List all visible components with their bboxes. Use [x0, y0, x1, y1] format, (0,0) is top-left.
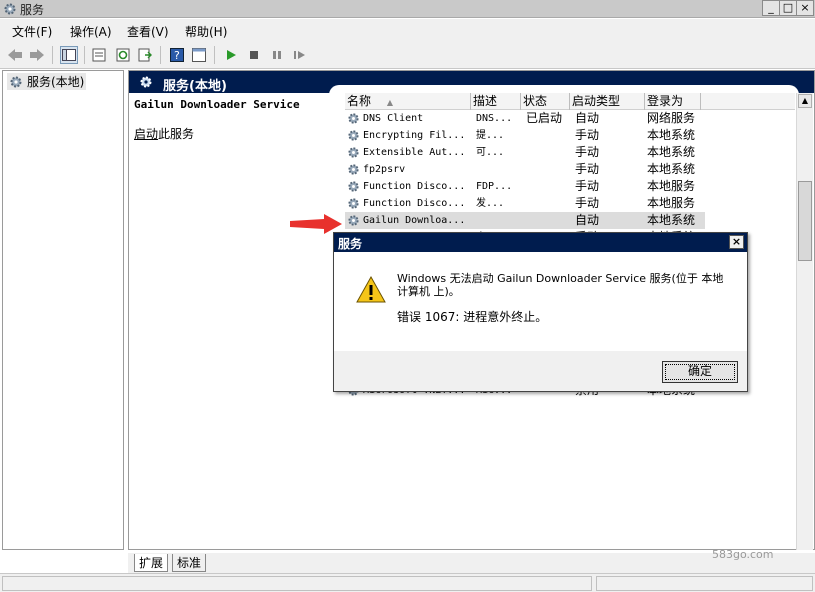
gear-icon	[348, 147, 359, 158]
refresh-icon[interactable]	[114, 46, 132, 64]
cell-description: 可...	[476, 147, 505, 158]
minimize-button[interactable]: _	[762, 0, 780, 16]
menu-view[interactable]: 查看(V)	[127, 23, 169, 40]
error-dialog: 服务 × Windows 无法启动 Gailun Downloader Serv…	[333, 232, 748, 392]
gear-icon	[348, 215, 359, 226]
services-gear-icon	[4, 3, 16, 15]
window-title: 服务	[20, 3, 45, 17]
column-headers: 名称 ▲ 描述 状态 启动类型 登录为	[345, 93, 795, 110]
cell-name: DNS Client	[363, 113, 424, 124]
cell-startup-type: 自动	[575, 111, 600, 125]
export-list-icon[interactable]	[136, 46, 154, 64]
menu-file[interactable]: 文件(F)	[12, 23, 52, 40]
cell-logon-as: 本地服务	[647, 196, 696, 210]
gear-icon	[348, 130, 359, 141]
gear-icon	[348, 113, 359, 124]
column-description[interactable]: 描述	[471, 93, 521, 110]
pause-service-icon[interactable]	[268, 46, 286, 64]
menu-help[interactable]: 帮助(H)	[185, 23, 227, 40]
table-row[interactable]: Extensible Aut... 可... 手动 本地系统	[345, 144, 705, 161]
ok-button[interactable]: 确定	[662, 361, 738, 383]
cell-description: 发...	[476, 198, 505, 209]
cell-startup-type: 手动	[575, 179, 600, 193]
table-row[interactable]: fp2psrv 手动 本地系统	[345, 161, 705, 178]
cell-logon-as: 网络服务	[647, 111, 696, 125]
forward-icon[interactable]	[28, 46, 46, 64]
cell-name: Encrypting Fil...	[363, 130, 466, 141]
panel-header-title: 服务(本地)	[163, 79, 227, 94]
cell-description: DNS...	[476, 113, 513, 124]
console-tree: 服务(本地)	[2, 70, 124, 550]
tab-standard[interactable]: 标准	[172, 554, 207, 572]
table-row[interactable]: Function Disco... 发... 手动 本地服务	[345, 195, 705, 212]
console-tree-icon[interactable]	[60, 46, 78, 64]
tree-item-label: 服务(本地)	[27, 75, 85, 89]
dialog-body: Windows 无法启动 Gailun Downloader Service 服…	[334, 252, 747, 351]
cell-logon-as: 本地系统	[647, 162, 696, 176]
maximize-button[interactable]: □	[779, 0, 797, 16]
tree-item-services-local[interactable]: 服务(本地)	[7, 73, 87, 90]
column-startup-type[interactable]: 启动类型	[570, 93, 645, 110]
scroll-thumb[interactable]	[798, 181, 812, 261]
gear-icon	[348, 181, 359, 192]
stop-service-icon[interactable]	[245, 46, 263, 64]
resume-service-icon[interactable]	[291, 46, 309, 64]
cell-description: 提...	[476, 130, 505, 141]
menu-action[interactable]: 操作(A)	[70, 23, 112, 40]
dialog-error-code: 错误 1067: 进程意外终止。	[397, 310, 548, 324]
properties-icon[interactable]	[90, 46, 108, 64]
help-icon[interactable]: ?	[168, 46, 186, 64]
start-service-link[interactable]: 启动此服务	[134, 125, 194, 142]
warning-icon	[356, 276, 386, 303]
close-window-button[interactable]: ×	[796, 0, 814, 16]
tab-extended[interactable]: 扩展	[134, 554, 169, 572]
cell-logon-as: 本地服务	[647, 179, 696, 193]
cell-description: FDP...	[476, 181, 513, 192]
cell-logon-as: 本地系统	[647, 128, 696, 142]
cell-logon-as: 本地系统	[647, 213, 696, 227]
menu-bar: 文件(F) 操作(A) 查看(V) 帮助(H)	[0, 19, 815, 41]
dialog-close-button[interactable]: ×	[729, 235, 744, 249]
dialog-title: 服务	[338, 237, 363, 251]
svg-text:?: ?	[174, 49, 180, 62]
table-row[interactable]: Function Disco... FDP... 手动 本地服务	[345, 178, 705, 195]
start-service-icon[interactable]	[222, 46, 240, 64]
panel-header: 服务(本地)	[129, 71, 814, 95]
watermark: 583go.com	[712, 548, 774, 561]
vertical-scrollbar[interactable]: ▲	[796, 93, 813, 550]
column-name[interactable]: 名称 ▲	[345, 93, 471, 110]
toolbar: ?	[0, 41, 815, 69]
cell-startup-type: 手动	[575, 196, 600, 210]
table-row[interactable]: Gailun Downloa... 自动 本地系统	[345, 212, 705, 229]
cell-name: Extensible Aut...	[363, 147, 466, 158]
selected-service-name: Gailun Downloader Service	[134, 98, 300, 111]
dialog-message: Windows 无法启动 Gailun Downloader Service 服…	[397, 272, 724, 298]
cell-name: Function Disco...	[363, 198, 466, 209]
gear-icon	[348, 198, 359, 209]
gear-icon	[10, 76, 22, 87]
table-row[interactable]: DNS Client DNS... 已启动 自动 网络服务	[345, 110, 705, 127]
cell-startup-type: 手动	[575, 145, 600, 159]
cell-name: fp2psrv	[363, 164, 406, 175]
dialog-title-bar: 服务 ×	[334, 233, 747, 252]
cell-status: 已启动	[526, 111, 563, 125]
cell-logon-as: 本地系统	[647, 145, 696, 159]
cell-startup-type: 手动	[575, 162, 600, 176]
cell-startup-type: 自动	[575, 213, 600, 227]
status-bar	[0, 573, 815, 592]
title-bar: 服务 _ □ ×	[0, 0, 815, 18]
column-status[interactable]: 状态	[521, 93, 570, 110]
cell-name: Function Disco...	[363, 181, 466, 192]
back-icon[interactable]	[6, 46, 24, 64]
scroll-up-icon[interactable]: ▲	[798, 94, 812, 108]
gear-icon	[348, 164, 359, 175]
cell-startup-type: 手动	[575, 128, 600, 142]
cell-name: Gailun Downloa...	[363, 215, 466, 226]
gear-icon	[140, 76, 152, 88]
show-hide-icon[interactable]	[190, 46, 208, 64]
table-row[interactable]: Encrypting Fil... 提... 手动 本地系统	[345, 127, 705, 144]
column-logon-as[interactable]: 登录为	[645, 93, 701, 110]
